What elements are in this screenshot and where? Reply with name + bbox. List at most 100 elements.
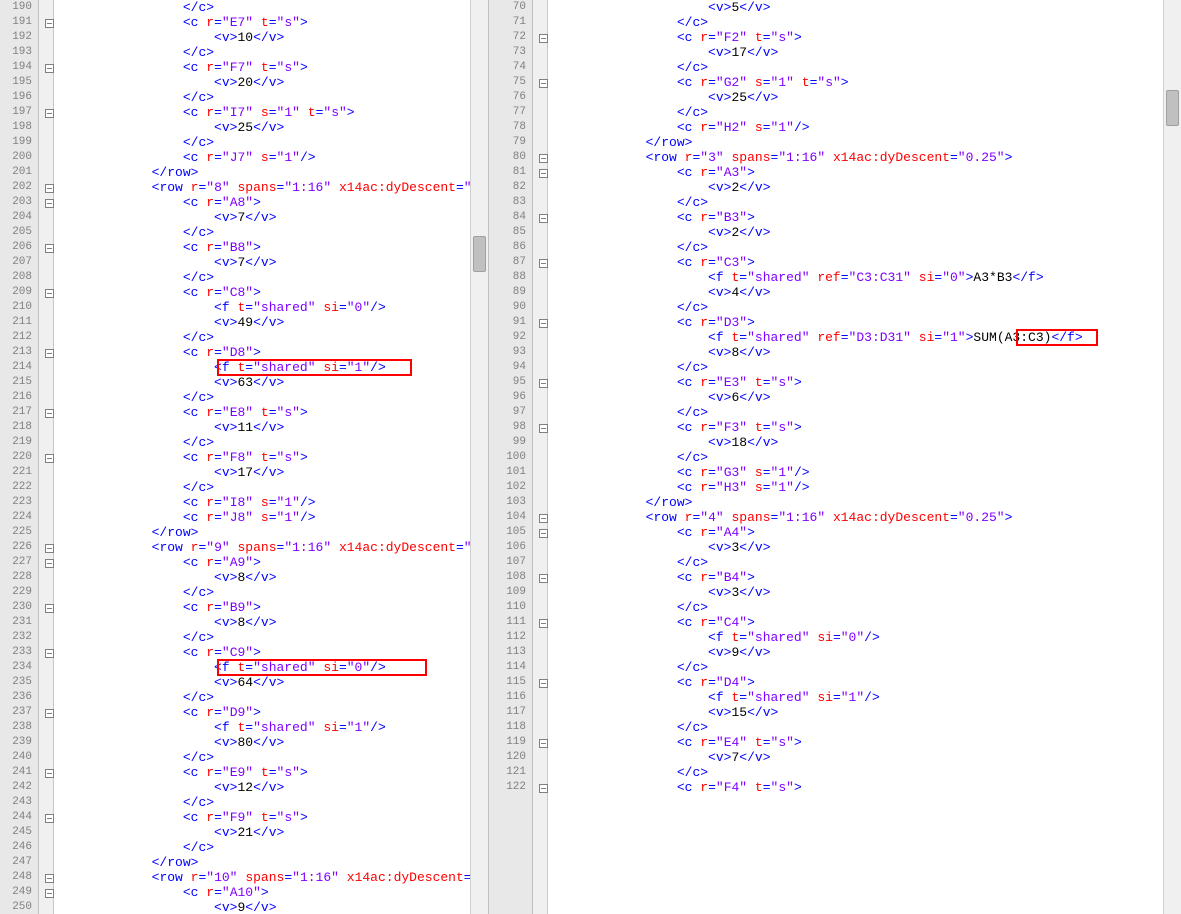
fold-marker-slot[interactable] <box>39 195 53 210</box>
code-line[interactable]: <v>10</v> <box>58 30 488 45</box>
fold-icon[interactable] <box>45 244 54 253</box>
code-line[interactable]: <c r="E8" t="s"> <box>58 405 488 420</box>
fold-marker-slot[interactable] <box>39 420 53 435</box>
code-line[interactable]: <c r="H2" s="1"/> <box>552 120 1181 135</box>
fold-marker-slot[interactable] <box>533 135 547 150</box>
fold-marker-slot[interactable] <box>39 15 53 30</box>
fold-marker-slot[interactable] <box>39 390 53 405</box>
code-line[interactable]: <v>8</v> <box>552 345 1181 360</box>
fold-icon[interactable] <box>539 214 548 223</box>
fold-marker-slot[interactable] <box>39 600 53 615</box>
fold-marker-slot[interactable] <box>39 630 53 645</box>
fold-marker-slot[interactable] <box>39 525 53 540</box>
fold-marker-slot[interactable] <box>533 255 547 270</box>
code-line[interactable]: </row> <box>58 525 488 540</box>
fold-icon[interactable] <box>45 769 54 778</box>
fold-marker-slot[interactable] <box>39 735 53 750</box>
fold-marker-slot[interactable] <box>39 495 53 510</box>
fold-marker-slot[interactable] <box>39 705 53 720</box>
code-line[interactable]: <c r="F8" t="s"> <box>58 450 488 465</box>
code-line[interactable]: <v>17</v> <box>58 465 488 480</box>
fold-marker-slot[interactable] <box>533 555 547 570</box>
code-line[interactable]: <f t="shared" si="1"/> <box>58 720 488 735</box>
code-line[interactable]: <c r="J7" s="1"/> <box>58 150 488 165</box>
fold-marker-slot[interactable] <box>39 750 53 765</box>
code-line[interactable]: <f t="shared" ref="C3:C31" si="0">A3*B3<… <box>552 270 1181 285</box>
code-line[interactable]: </c> <box>58 480 488 495</box>
fold-marker-slot[interactable] <box>39 465 53 480</box>
code-line[interactable]: <row r="4" spans="1:16" x14ac:dyDescent=… <box>552 510 1181 525</box>
fold-marker-slot[interactable] <box>39 30 53 45</box>
code-line[interactable]: <v>80</v> <box>58 735 488 750</box>
code-line[interactable]: <v>7</v> <box>58 255 488 270</box>
fold-marker-slot[interactable] <box>39 480 53 495</box>
code-line[interactable]: </c> <box>552 15 1181 30</box>
fold-marker-slot[interactable] <box>39 585 53 600</box>
fold-icon[interactable] <box>539 169 548 178</box>
fold-marker-slot[interactable] <box>533 0 547 15</box>
fold-icon[interactable] <box>539 424 548 433</box>
code-line[interactable]: <c r="F9" t="s"> <box>58 810 488 825</box>
code-line[interactable]: </row> <box>58 165 488 180</box>
fold-marker-slot[interactable] <box>533 465 547 480</box>
code-line[interactable]: <c r="E9" t="s"> <box>58 765 488 780</box>
code-line[interactable]: </row> <box>552 135 1181 150</box>
code-line[interactable]: </c> <box>58 90 488 105</box>
fold-marker-slot[interactable] <box>39 615 53 630</box>
fold-marker-slot[interactable] <box>39 270 53 285</box>
code-line[interactable]: </c> <box>552 720 1181 735</box>
code-line[interactable]: <c r="I7" s="1" t="s"> <box>58 105 488 120</box>
left-editor[interactable]: 1901911921931941951961971981992002012022… <box>0 0 488 914</box>
fold-marker-slot[interactable] <box>533 705 547 720</box>
fold-marker-slot[interactable] <box>39 540 53 555</box>
code-line[interactable]: <c r="F2" t="s"> <box>552 30 1181 45</box>
code-line[interactable]: <c r="F4" t="s"> <box>552 780 1181 795</box>
code-line[interactable]: <v>49</v> <box>58 315 488 330</box>
fold-marker-slot[interactable] <box>39 795 53 810</box>
code-line[interactable]: </c> <box>58 795 488 810</box>
code-line[interactable]: <c r="B9"> <box>58 600 488 615</box>
right-editor[interactable]: 7071727374757677787980818283848586878889… <box>494 0 1181 914</box>
code-line[interactable]: <v>25</v> <box>552 90 1181 105</box>
fold-marker-slot[interactable] <box>39 120 53 135</box>
fold-marker-slot[interactable] <box>533 90 547 105</box>
right-fold-markers[interactable] <box>533 0 548 914</box>
code-line[interactable]: <v>17</v> <box>552 45 1181 60</box>
fold-marker-slot[interactable] <box>533 480 547 495</box>
code-line[interactable]: <c r="A3"> <box>552 165 1181 180</box>
code-line[interactable]: <c r="D3"> <box>552 315 1181 330</box>
fold-icon[interactable] <box>45 874 54 883</box>
fold-marker-slot[interactable] <box>39 135 53 150</box>
code-line[interactable]: <c r="H3" s="1"/> <box>552 480 1181 495</box>
fold-marker-slot[interactable] <box>533 315 547 330</box>
fold-marker-slot[interactable] <box>39 255 53 270</box>
fold-icon[interactable] <box>539 319 548 328</box>
fold-icon[interactable] <box>539 739 548 748</box>
fold-marker-slot[interactable] <box>39 405 53 420</box>
fold-marker-slot[interactable] <box>39 240 53 255</box>
fold-marker-slot[interactable] <box>39 180 53 195</box>
code-line[interactable]: </c> <box>58 750 488 765</box>
fold-marker-slot[interactable] <box>533 630 547 645</box>
fold-marker-slot[interactable] <box>533 105 547 120</box>
fold-marker-slot[interactable] <box>533 300 547 315</box>
left-fold-markers[interactable] <box>39 0 54 914</box>
fold-icon[interactable] <box>539 514 548 523</box>
fold-icon[interactable] <box>45 184 54 193</box>
fold-icon[interactable] <box>539 379 548 388</box>
fold-marker-slot[interactable] <box>533 120 547 135</box>
code-line[interactable]: <v>9</v> <box>552 645 1181 660</box>
fold-icon[interactable] <box>45 709 54 718</box>
code-line[interactable]: <v>4</v> <box>552 285 1181 300</box>
left-code[interactable]: </c> <c r="E7" t="s"> <v>10</v> </c> <c … <box>54 0 488 914</box>
fold-marker-slot[interactable] <box>533 750 547 765</box>
code-line[interactable]: <v>8</v> <box>58 615 488 630</box>
fold-marker-slot[interactable] <box>533 195 547 210</box>
fold-marker-slot[interactable] <box>39 165 53 180</box>
code-line[interactable]: <row r="10" spans="1:16" x14ac:dyDescent… <box>58 870 488 885</box>
code-line[interactable]: <c r="B8"> <box>58 240 488 255</box>
fold-marker-slot[interactable] <box>533 435 547 450</box>
code-line[interactable]: <c r="F7" t="s"> <box>58 60 488 75</box>
code-line[interactable]: <f t="shared" si="1"/> <box>58 360 488 375</box>
fold-marker-slot[interactable] <box>533 330 547 345</box>
